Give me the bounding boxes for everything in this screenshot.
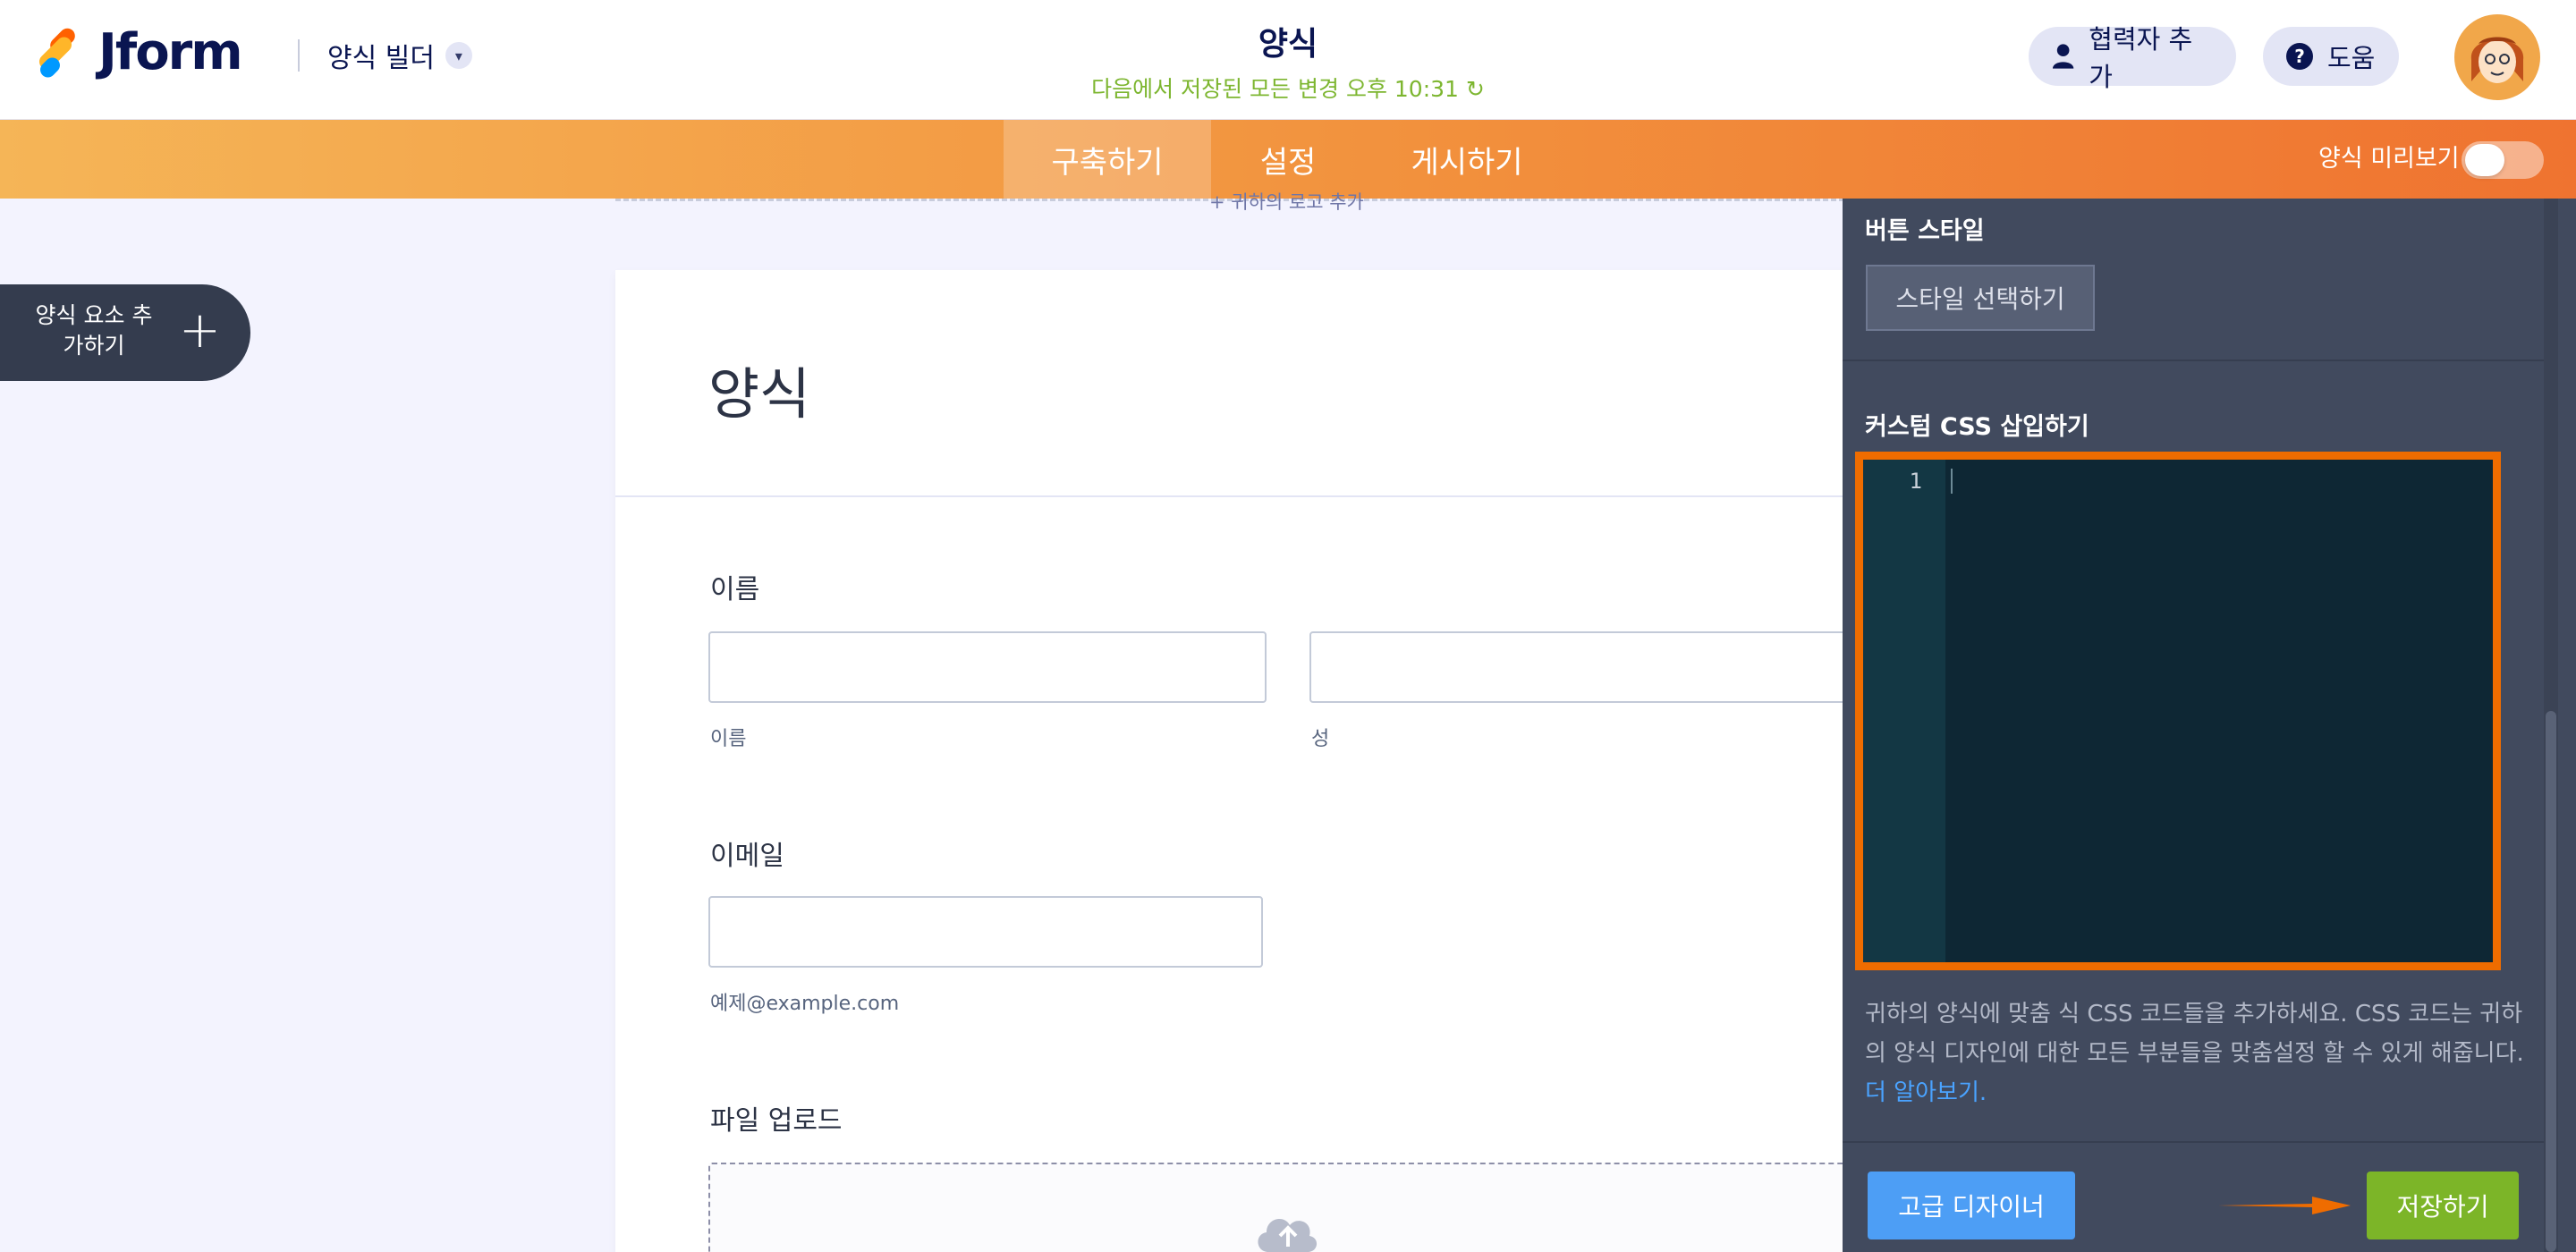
form-header-divider xyxy=(615,495,1868,497)
advanced-designer-button[interactable]: 고급 디자이너 xyxy=(1868,1172,2075,1239)
pointer-arrow-icon xyxy=(2218,1197,2351,1214)
email-input[interactable] xyxy=(708,896,1263,968)
css-code-textarea[interactable] xyxy=(1953,460,2489,962)
first-name-input[interactable] xyxy=(708,631,1267,703)
add-collaborator-label: 협력자 추가 xyxy=(2089,24,2193,92)
editor-gutter: 1 xyxy=(1863,460,1945,962)
form-title[interactable]: 양식 xyxy=(1020,18,1556,64)
select-style-button[interactable]: 스타일 선택하기 xyxy=(1866,265,2095,331)
save-button[interactable]: 저장하기 xyxy=(2367,1172,2519,1239)
custom-css-description: 귀하의 양식에 맞춤 식 CSS 코드들을 추가하세요. CSS 코드는 귀하의… xyxy=(1865,994,2527,1112)
panel-scrollbar-thumb[interactable] xyxy=(2546,711,2556,1252)
add-logo-hint[interactable]: + 귀하의 로고 추가 xyxy=(1209,188,1364,215)
name-field-label[interactable]: 이름 xyxy=(710,567,759,606)
refresh-icon: ↻ xyxy=(1465,76,1485,102)
jform-logo[interactable]: Jform xyxy=(32,22,243,81)
custom-css-heading: 커스텀 CSS 삽입하기 xyxy=(1865,413,2089,441)
save-status-text: 다음에서 저장된 모든 변경 오후 10:31 xyxy=(1091,76,1459,102)
file-upload-dropzone[interactable] xyxy=(708,1163,1871,1252)
first-name-sublabel: 이름 xyxy=(710,728,747,750)
form-card: 양식 이름 이름 성 이메일 예제@example.com 파일 업로드 xyxy=(615,270,1868,1252)
panel-divider xyxy=(1843,360,2544,361)
custom-css-editor[interactable]: 1 xyxy=(1855,452,2501,970)
learn-more-link[interactable]: 더 알아보기. xyxy=(1865,1079,1987,1106)
cloud-upload-icon xyxy=(1258,1219,1318,1252)
help-button[interactable]: ? 도움 xyxy=(2263,27,2399,86)
help-label: 도움 xyxy=(2327,43,2376,73)
email-field-label[interactable]: 이메일 xyxy=(710,833,784,873)
top-header: Jform 양식 빌더 ▾ 양식 다음에서 저장된 모든 변경 오후 10:31… xyxy=(0,0,2576,120)
add-form-element-button[interactable]: 양식 요소 추가하기 + xyxy=(0,284,250,381)
last-name-sublabel: 성 xyxy=(1311,728,1330,750)
user-icon xyxy=(2052,44,2074,69)
last-name-input[interactable] xyxy=(1309,631,1868,703)
logo-text: Jform xyxy=(98,22,243,81)
email-sublabel: 예제@example.com xyxy=(710,993,900,1015)
form-preview-toggle[interactable] xyxy=(2462,141,2544,179)
plus-icon: + xyxy=(179,301,221,360)
form-preview-label: 양식 미리보기 xyxy=(2318,145,2460,173)
avatar[interactable] xyxy=(2454,14,2540,100)
help-icon: ? xyxy=(2286,43,2313,70)
user-avatar-icon xyxy=(2457,17,2538,97)
file-upload-label[interactable]: 파일 업로드 xyxy=(710,1098,843,1138)
form-heading[interactable]: 양식 xyxy=(708,349,810,429)
add-collaborator-button[interactable]: 협력자 추가 xyxy=(2029,24,2236,92)
title-block: 양식 다음에서 저장된 모든 변경 오후 10:31 ↻ xyxy=(1020,18,1556,104)
panel-footer-divider xyxy=(1843,1141,2544,1143)
line-number: 1 xyxy=(1909,469,1922,494)
header-divider xyxy=(298,39,300,72)
save-status: 다음에서 저장된 모든 변경 오후 10:31 ↻ xyxy=(1020,72,1556,104)
builder-menu-label: 양식 빌더 xyxy=(327,43,435,74)
description-text: 귀하의 양식에 맞춤 식 CSS 코드들을 추가하세요. CSS 코드는 귀하의… xyxy=(1865,1001,2524,1067)
add-form-element-label: 양식 요소 추가하기 xyxy=(35,302,153,359)
form-builder-menu[interactable]: 양식 빌더 ▾ xyxy=(327,36,472,75)
button-style-heading: 버튼 스타일 xyxy=(1865,217,1985,245)
toggle-knob xyxy=(2465,144,2504,176)
chevron-down-icon: ▾ xyxy=(445,42,472,69)
logo-mark-icon xyxy=(32,25,84,80)
